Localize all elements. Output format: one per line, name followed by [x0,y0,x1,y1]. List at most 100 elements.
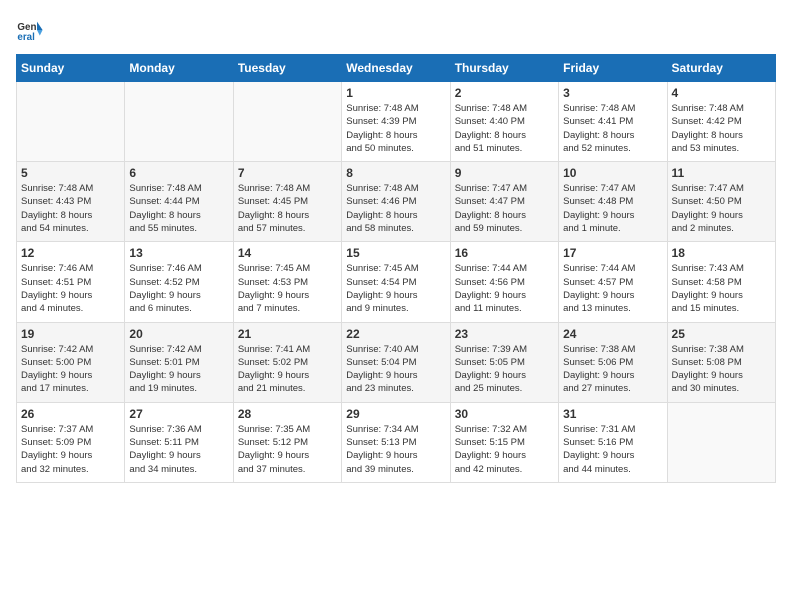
day-number: 21 [238,327,337,341]
week-row-3: 12 Sunrise: 7:46 AM Sunset: 4:51 PM Dayli… [17,242,776,322]
day-cell: 17 Sunrise: 7:44 AM Sunset: 4:57 PM Dayli… [559,242,667,322]
day-cell: 27Sunrise: 7:36 AM Sunset: 5:11 PM Dayli… [125,402,233,482]
day-number: 14 [238,246,337,260]
day-cell: 2 Sunrise: 7:48 AM Sunset: 4:40 PM Daylig… [450,82,558,162]
header-day-tuesday: Tuesday [233,55,341,82]
day-cell: 10 Sunrise: 7:47 AM Sunset: 4:48 PM Dayli… [559,162,667,242]
day-info: Sunrise: 7:48 AM Sunset: 4:40 PM Dayligh… [455,102,554,155]
day-number: 11 [672,166,771,180]
day-info: Sunrise: 7:46 AM Sunset: 4:51 PM Dayligh… [21,262,120,315]
day-cell [233,82,341,162]
day-cell: 13 Sunrise: 7:46 AM Sunset: 4:52 PM Dayli… [125,242,233,322]
day-cell: 12 Sunrise: 7:46 AM Sunset: 4:51 PM Dayli… [17,242,125,322]
header-day-saturday: Saturday [667,55,775,82]
day-info: Sunrise: 7:35 AM Sunset: 5:12 PM Dayligh… [238,423,337,476]
header-day-friday: Friday [559,55,667,82]
day-number: 7 [238,166,337,180]
header: Gen eral [16,16,776,44]
day-cell: 19 Sunrise: 7:42 AM Sunset: 5:00 PM Dayli… [17,322,125,402]
day-info: Sunrise: 7:42 AM Sunset: 5:01 PM Dayligh… [129,343,228,396]
day-cell: 5Sunrise: 7:48 AM Sunset: 4:43 PM Daylig… [17,162,125,242]
day-info: Sunrise: 7:47 AM Sunset: 4:47 PM Dayligh… [455,182,554,235]
day-cell: 14 Sunrise: 7:45 AM Sunset: 4:53 PM Dayli… [233,242,341,322]
day-info: Sunrise: 7:43 AM Sunset: 4:58 PM Dayligh… [672,262,771,315]
header-day-monday: Monday [125,55,233,82]
day-cell: 8 Sunrise: 7:48 AM Sunset: 4:46 PM Daylig… [342,162,450,242]
day-number: 12 [21,246,120,260]
day-info: Sunrise: 7:48 AM Sunset: 4:44 PM Dayligh… [129,182,228,235]
day-number: 24 [563,327,662,341]
day-info: Sunrise: 7:45 AM Sunset: 4:53 PM Dayligh… [238,262,337,315]
day-cell: 18 Sunrise: 7:43 AM Sunset: 4:58 PM Dayli… [667,242,775,322]
day-info: Sunrise: 7:48 AM Sunset: 4:39 PM Dayligh… [346,102,445,155]
day-info: Sunrise: 7:48 AM Sunset: 4:42 PM Dayligh… [672,102,771,155]
day-number: 13 [129,246,228,260]
day-number: 10 [563,166,662,180]
day-info: Sunrise: 7:31 AM Sunset: 5:16 PM Dayligh… [563,423,662,476]
logo: Gen eral [16,16,48,44]
day-number: 4 [672,86,771,100]
logo-icon: Gen eral [16,16,44,44]
day-cell: 28 Sunrise: 7:35 AM Sunset: 5:12 PM Dayli… [233,402,341,482]
day-info: Sunrise: 7:44 AM Sunset: 4:56 PM Dayligh… [455,262,554,315]
day-cell: 21 Sunrise: 7:41 AM Sunset: 5:02 PM Dayli… [233,322,341,402]
day-number: 2 [455,86,554,100]
header-day-sunday: Sunday [17,55,125,82]
day-info: Sunrise: 7:47 AM Sunset: 4:48 PM Dayligh… [563,182,662,235]
day-number: 26 [21,407,120,421]
day-number: 28 [238,407,337,421]
day-info: Sunrise: 7:42 AM Sunset: 5:00 PM Dayligh… [21,343,120,396]
day-cell [17,82,125,162]
day-cell: 24 Sunrise: 7:38 AM Sunset: 5:06 PM Dayli… [559,322,667,402]
day-number: 3 [563,86,662,100]
day-number: 25 [672,327,771,341]
day-cell: 26Sunrise: 7:37 AM Sunset: 5:09 PM Dayli… [17,402,125,482]
day-info: Sunrise: 7:40 AM Sunset: 5:04 PM Dayligh… [346,343,445,396]
day-cell: 9 Sunrise: 7:47 AM Sunset: 4:47 PM Daylig… [450,162,558,242]
day-number: 18 [672,246,771,260]
header-day-wednesday: Wednesday [342,55,450,82]
day-cell: 25 Sunrise: 7:38 AM Sunset: 5:08 PM Dayli… [667,322,775,402]
day-cell: 6 Sunrise: 7:48 AM Sunset: 4:44 PM Daylig… [125,162,233,242]
day-cell: 30Sunrise: 7:32 AM Sunset: 5:15 PM Dayli… [450,402,558,482]
day-number: 6 [129,166,228,180]
day-number: 27 [129,407,228,421]
day-info: Sunrise: 7:38 AM Sunset: 5:08 PM Dayligh… [672,343,771,396]
day-cell: 3 Sunrise: 7:48 AM Sunset: 4:41 PM Daylig… [559,82,667,162]
day-cell: 15 Sunrise: 7:45 AM Sunset: 4:54 PM Dayli… [342,242,450,322]
week-row-1: 1Sunrise: 7:48 AM Sunset: 4:39 PM Daylig… [17,82,776,162]
day-cell [125,82,233,162]
day-info: Sunrise: 7:46 AM Sunset: 4:52 PM Dayligh… [129,262,228,315]
day-info: Sunrise: 7:47 AM Sunset: 4:50 PM Dayligh… [672,182,771,235]
week-row-4: 19 Sunrise: 7:42 AM Sunset: 5:00 PM Dayli… [17,322,776,402]
day-info: Sunrise: 7:44 AM Sunset: 4:57 PM Dayligh… [563,262,662,315]
day-number: 8 [346,166,445,180]
day-info: Sunrise: 7:41 AM Sunset: 5:02 PM Dayligh… [238,343,337,396]
day-number: 9 [455,166,554,180]
day-cell: 31 Sunrise: 7:31 AM Sunset: 5:16 PM Dayli… [559,402,667,482]
day-info: Sunrise: 7:48 AM Sunset: 4:46 PM Dayligh… [346,182,445,235]
day-cell: 4 Sunrise: 7:48 AM Sunset: 4:42 PM Daylig… [667,82,775,162]
week-row-2: 5Sunrise: 7:48 AM Sunset: 4:43 PM Daylig… [17,162,776,242]
day-number: 5 [21,166,120,180]
day-info: Sunrise: 7:38 AM Sunset: 5:06 PM Dayligh… [563,343,662,396]
week-row-5: 26Sunrise: 7:37 AM Sunset: 5:09 PM Dayli… [17,402,776,482]
day-cell: 7Sunrise: 7:48 AM Sunset: 4:45 PM Daylig… [233,162,341,242]
header-day-thursday: Thursday [450,55,558,82]
day-number: 31 [563,407,662,421]
calendar-table: SundayMondayTuesdayWednesdayThursdayFrid… [16,54,776,483]
day-number: 29 [346,407,445,421]
day-number: 19 [21,327,120,341]
day-info: Sunrise: 7:48 AM Sunset: 4:41 PM Dayligh… [563,102,662,155]
day-info: Sunrise: 7:32 AM Sunset: 5:15 PM Dayligh… [455,423,554,476]
svg-text:eral: eral [17,32,35,43]
day-cell: 22 Sunrise: 7:40 AM Sunset: 5:04 PM Dayli… [342,322,450,402]
day-cell: 1Sunrise: 7:48 AM Sunset: 4:39 PM Daylig… [342,82,450,162]
day-cell [667,402,775,482]
day-cell: 16Sunrise: 7:44 AM Sunset: 4:56 PM Dayli… [450,242,558,322]
day-info: Sunrise: 7:34 AM Sunset: 5:13 PM Dayligh… [346,423,445,476]
day-info: Sunrise: 7:45 AM Sunset: 4:54 PM Dayligh… [346,262,445,315]
day-number: 22 [346,327,445,341]
day-number: 17 [563,246,662,260]
day-number: 15 [346,246,445,260]
